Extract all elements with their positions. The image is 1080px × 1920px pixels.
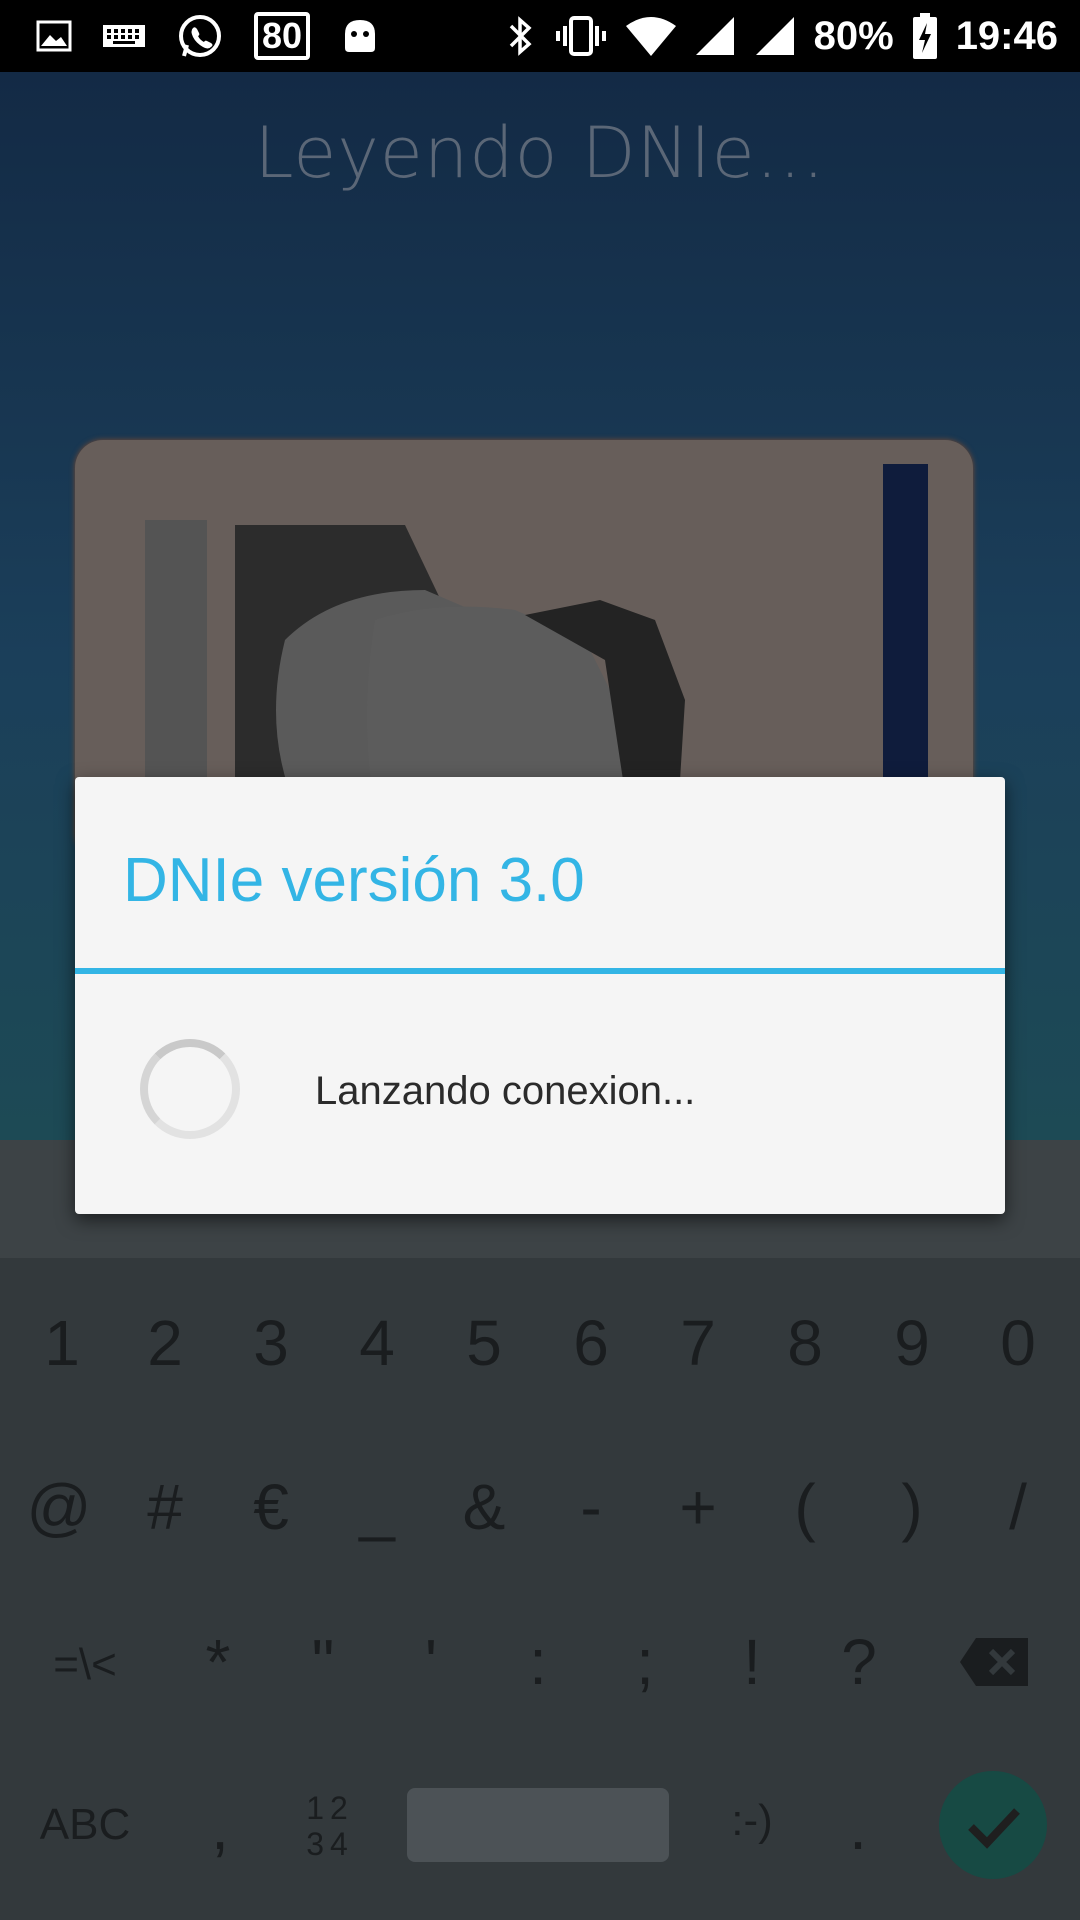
battery-charging-icon	[912, 13, 937, 59]
key-abc[interactable]: ABC	[35, 1800, 135, 1850]
notification-badge: 80	[254, 12, 311, 60]
key-comma[interactable]: ,	[170, 1790, 270, 1864]
key-8[interactable]: 8	[755, 1306, 855, 1380]
key-9[interactable]: 9	[862, 1306, 962, 1380]
status-bar-left: 80	[36, 10, 380, 62]
key-semicolon[interactable]: ;	[595, 1625, 695, 1699]
bluetooth-icon	[509, 16, 532, 56]
key-colon[interactable]: :	[488, 1625, 588, 1699]
key-numpad[interactable]: 12 34	[280, 1790, 380, 1862]
whatsapp-icon	[179, 15, 221, 57]
key-question[interactable]: ?	[809, 1625, 909, 1699]
app-title: Leyendo DNIe...	[254, 112, 826, 194]
backspace-icon[interactable]	[958, 1636, 1030, 1688]
status-bar-right: 80% 19:46	[506, 10, 1058, 62]
key-plus[interactable]: +	[648, 1470, 748, 1544]
key-double-quote[interactable]: "	[273, 1625, 373, 1699]
keyboard-icon	[103, 25, 145, 47]
key-2[interactable]: 2	[115, 1306, 215, 1380]
key-5[interactable]: 5	[434, 1306, 534, 1380]
key-emoticon[interactable]: :-)	[702, 1796, 802, 1846]
key-close-paren[interactable]: )	[862, 1470, 962, 1544]
vibrate-icon	[555, 16, 606, 56]
numpad-bottom-label: 34	[306, 1826, 354, 1862]
key-7[interactable]: 7	[648, 1306, 748, 1380]
clock: 19:46	[955, 13, 1058, 58]
key-at[interactable]: @	[9, 1470, 109, 1544]
loading-spinner	[140, 1039, 240, 1139]
key-minus[interactable]: -	[541, 1470, 641, 1544]
battery-percentage: 80%	[813, 13, 894, 58]
image-icon	[36, 20, 72, 52]
key-exclamation[interactable]: !	[702, 1625, 802, 1699]
key-asterisk[interactable]: *	[168, 1625, 268, 1699]
key-6[interactable]: 6	[541, 1306, 641, 1380]
check-icon	[968, 1808, 1020, 1849]
key-ampersand[interactable]: &	[434, 1470, 534, 1544]
key-open-paren[interactable]: (	[755, 1470, 855, 1544]
key-3[interactable]: 3	[221, 1306, 321, 1380]
key-slash[interactable]: /	[968, 1470, 1068, 1544]
key-0[interactable]: 0	[968, 1306, 1068, 1380]
signal-icon	[695, 17, 734, 55]
space-bar[interactable]	[407, 1788, 669, 1862]
key-underscore[interactable]: _	[327, 1470, 427, 1544]
status-bar: 80 80% 19:46	[0, 0, 1080, 72]
key-more-symbols[interactable]: =\<	[35, 1640, 135, 1690]
key-euro[interactable]: €	[221, 1470, 321, 1544]
key-hash[interactable]: #	[115, 1470, 215, 1544]
dialog-message: Lanzando conexion...	[315, 1069, 696, 1113]
enter-button[interactable]	[939, 1771, 1047, 1879]
android-icon	[345, 20, 376, 52]
dialog-title-divider	[75, 968, 1005, 974]
key-period[interactable]: .	[808, 1790, 908, 1864]
signal-icon-2	[755, 17, 794, 55]
key-4[interactable]: 4	[327, 1306, 427, 1380]
key-single-quote[interactable]: '	[381, 1625, 481, 1699]
key-1[interactable]: 1	[12, 1306, 112, 1380]
numpad-top-label: 12	[306, 1790, 354, 1826]
wifi-icon	[625, 17, 676, 56]
dialog-title: DNIe versión 3.0	[123, 846, 585, 915]
progress-dialog: DNIe versión 3.0 Lanzando conexion...	[75, 777, 1005, 1214]
